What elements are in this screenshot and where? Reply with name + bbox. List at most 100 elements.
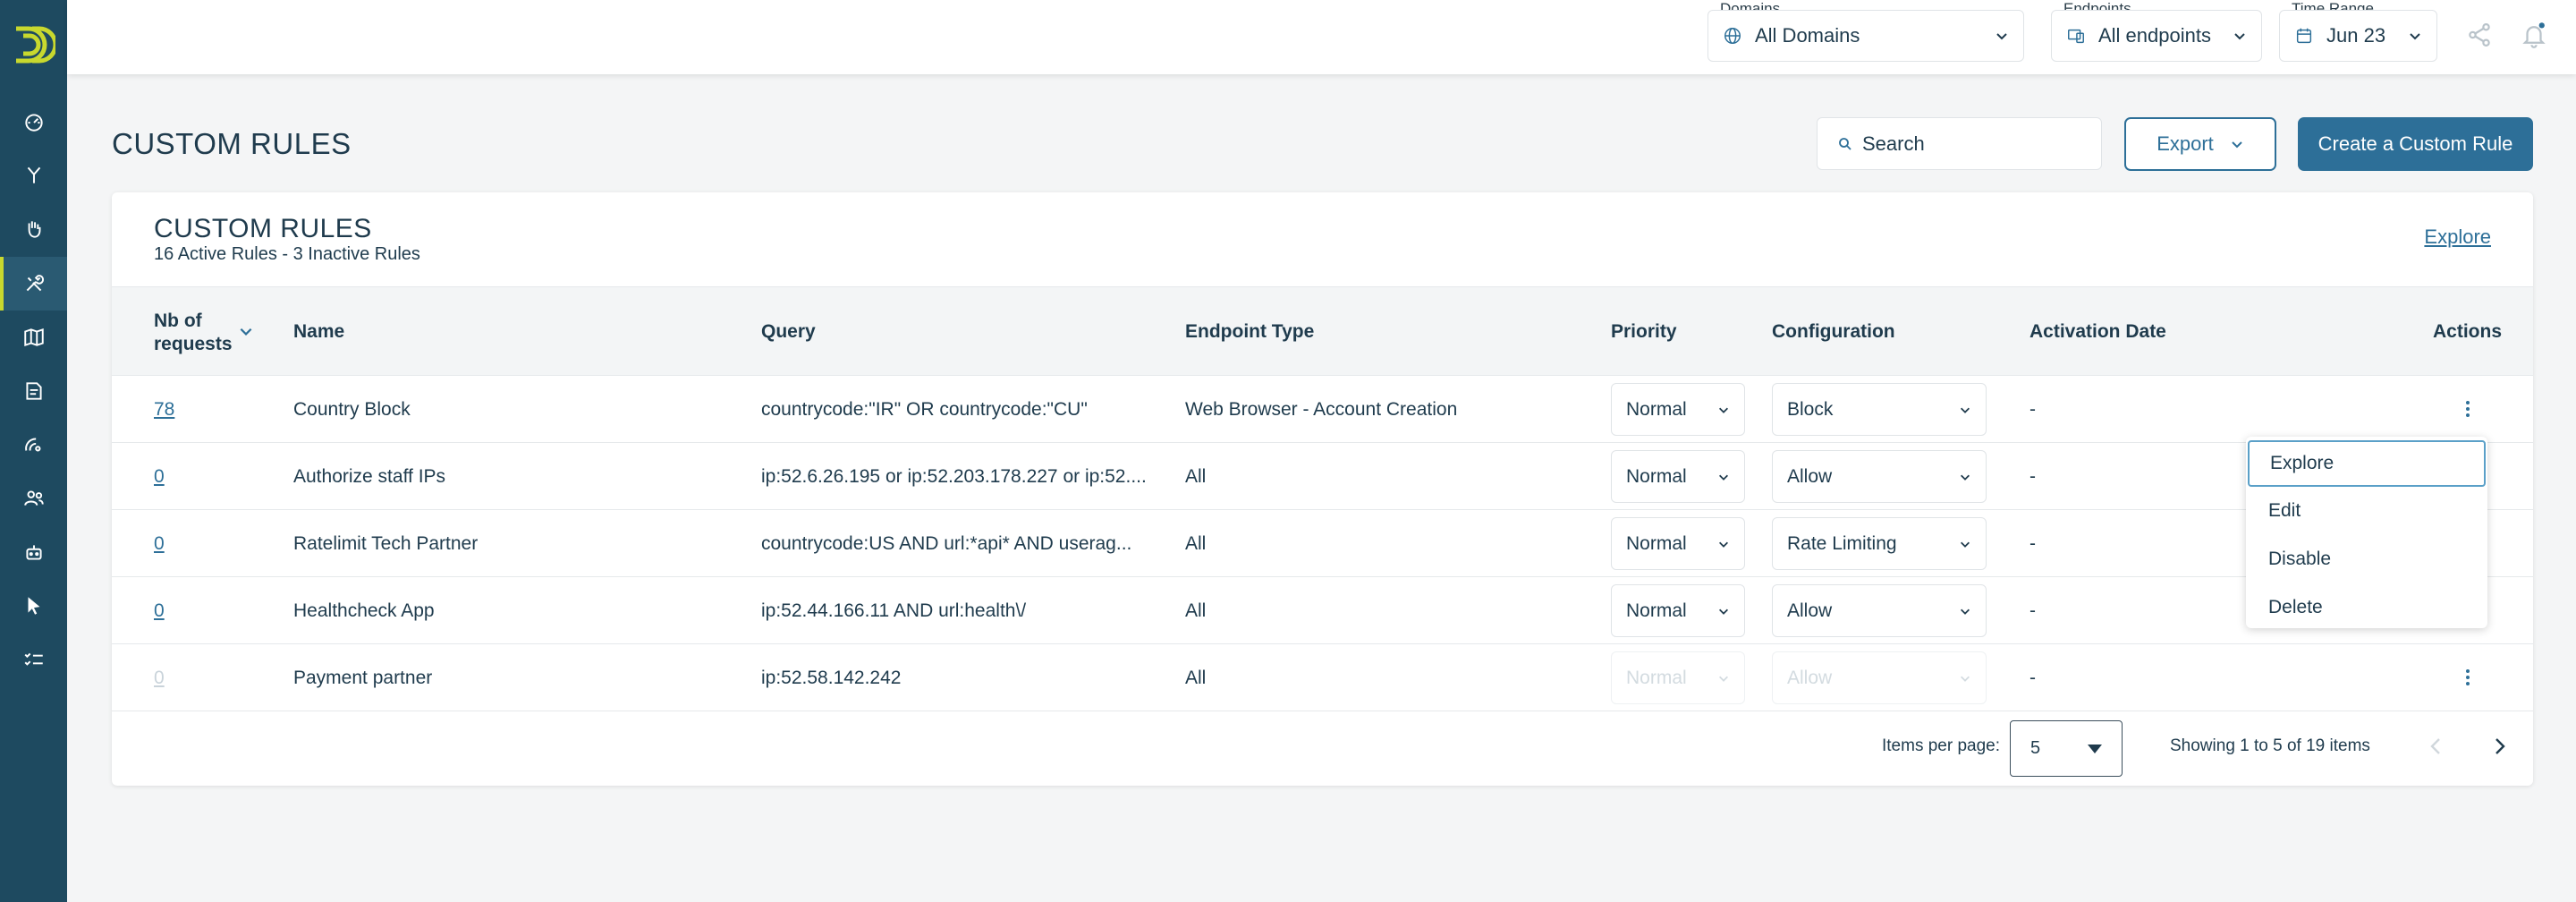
requests-count-link[interactable]: 0 [154,668,165,689]
share-icon[interactable] [2466,21,2493,48]
chevron-down-icon [2234,33,2245,40]
nav-checklist[interactable] [0,633,67,686]
table-header: Nb of requests Name Query Endpoint Type … [112,286,2533,376]
activation-date: - [2029,600,2036,621]
configuration-select[interactable]: Allow [1772,584,1987,637]
column-requests[interactable]: Nb of requests [154,310,233,356]
endpoint-type: Web Browser - Account Creation [1185,398,1458,420]
priority-value: Normal [1626,465,1687,487]
configuration-select[interactable]: Rate Limiting [1772,517,1987,570]
more-vertical-icon [2466,669,2470,685]
menu-item-disable[interactable]: Disable [2246,535,2487,583]
nav-bots[interactable] [0,525,67,579]
caret-down-icon [2088,745,2102,753]
map-icon [23,328,44,347]
nav-documents[interactable] [0,364,67,418]
table-row: 0 Authorize staff IPs ip:52.6.26.195 or ip… [112,443,2533,510]
requests-count-link[interactable]: 0 [154,533,165,555]
requests-count-link[interactable]: 0 [154,466,165,488]
endpoint-type: All [1185,600,1207,621]
top-bar: Domains All Domains Endpoints All endpoi… [67,0,2576,74]
nav-cursor[interactable] [0,579,67,633]
activation-date: - [2029,398,2036,420]
configuration-value: Block [1787,398,1834,420]
requests-count-link[interactable]: 78 [154,399,174,421]
requests-count-link[interactable]: 0 [154,600,165,622]
globe-icon [1724,28,1741,44]
previous-page-button[interactable] [2423,734,2448,759]
table-row: 0 Healthcheck App ip:52.44.166.11 AND url:… [112,577,2533,644]
tools-icon [26,275,44,292]
rule-query: ip:52.58.142.242 [761,667,902,688]
items-per-page-select[interactable]: 5 [2010,720,2123,777]
hand-icon [28,221,40,238]
rule-name: Ratelimit Tech Partner [293,532,479,554]
column-requests-line1: Nb of [154,311,202,331]
domains-select[interactable]: All Domains [1707,10,2024,62]
chevron-down-icon [2232,141,2242,149]
activation-date: - [2029,667,2036,688]
custom-rules-card: CUSTOM RULES 16 Active Rules - 3 Inactiv… [112,192,2533,786]
app-logo[interactable] [11,23,55,66]
bell-icon[interactable] [2521,21,2547,48]
menu-item-edit[interactable]: Edit [2246,487,2487,535]
priority-select[interactable]: Normal [1611,651,1745,704]
nav-dashboard[interactable] [0,95,67,149]
requests-cell: 0 [154,510,279,577]
requests-cell: 78 [154,376,279,443]
rule-query: countrycode:US AND url:*api* AND userag.… [761,532,1132,554]
menu-item-explore[interactable]: Explore [2248,440,2486,487]
configuration-select[interactable]: Allow [1772,450,1987,503]
rule-name: Authorize staff IPs [293,465,446,487]
nav-users[interactable] [0,472,67,525]
row-actions-button[interactable] [2457,398,2479,420]
endpoint-icon [2068,29,2084,44]
activation-date: - [2029,532,2036,554]
next-page-button[interactable] [2487,734,2512,759]
calendar-icon [2296,28,2312,44]
search-icon [1839,137,1852,150]
priority-select[interactable]: Normal [1611,450,1745,503]
nav-protection[interactable] [0,202,67,256]
nav-custom-rules[interactable] [0,257,67,311]
chevron-left-icon [2430,738,2440,754]
create-custom-rule-button[interactable]: Create a Custom Rule [2298,117,2533,171]
rule-name: Payment partner [293,667,433,688]
activation-date: - [2029,465,2036,487]
endpoints-select[interactable]: All endpoints [2051,10,2262,62]
menu-item-delete[interactable]: Delete [2246,583,2487,632]
column-priority: Priority [1611,321,1677,342]
priority-select[interactable]: Normal [1611,383,1745,436]
requests-cell: 0 [154,644,279,711]
configuration-select[interactable]: Block [1772,383,1987,436]
table-row: 0 Ratelimit Tech Partner countrycode:US AN… [112,510,2533,577]
actions-menu: Explore Edit Disable Delete [2246,437,2487,628]
row-actions-button[interactable] [2457,667,2479,688]
explore-link[interactable]: Explore [2424,226,2491,249]
time-range-select[interactable]: Jun 23 [2279,10,2437,62]
items-per-page-label: Items per page: [1882,736,2001,755]
sort-desc-icon[interactable] [238,323,254,339]
priority-select[interactable]: Normal [1611,584,1745,637]
rule-query: countrycode:"IR" OR countrycode:"CU" [761,398,1088,420]
nav-radar[interactable] [0,418,67,472]
column-name: Name [293,321,345,342]
nav-branches[interactable] [0,149,67,202]
endpoint-type: All [1185,532,1207,554]
priority-value: Normal [1626,600,1687,621]
search-field[interactable] [1817,117,2102,170]
configuration-value: Allow [1787,600,1833,621]
requests-cell: 0 [154,577,279,644]
chevron-down-icon [2410,33,2420,40]
configuration-select[interactable]: Allow [1772,651,1987,704]
export-button[interactable]: Export [2124,117,2276,171]
nav-map[interactable] [0,311,67,364]
users-icon [23,490,44,506]
search-input[interactable] [1862,132,2077,156]
chevron-down-icon [1719,541,1728,548]
column-requests-line2: requests [154,334,233,354]
time-range-value: Jun 23 [2326,24,2386,47]
table-row: 0 Payment partner ip:52.58.142.242 All Norma… [112,644,2533,711]
pagination-info: Showing 1 to 5 of 19 items [2170,736,2370,755]
priority-select[interactable]: Normal [1611,517,1745,570]
